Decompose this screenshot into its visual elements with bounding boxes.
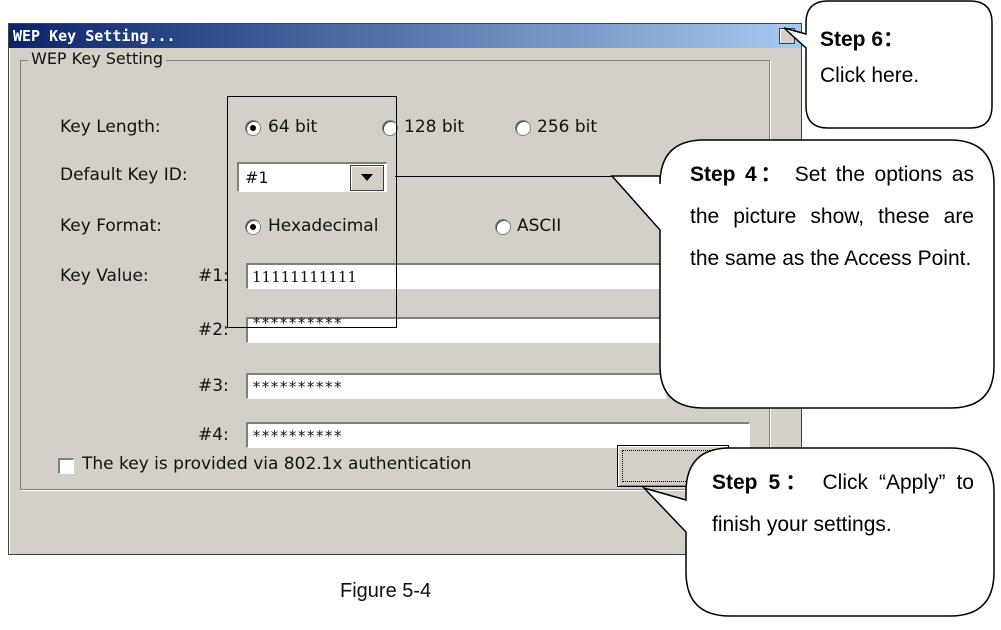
step5-heading: Step 5： [712, 471, 812, 494]
step4-callout: Step 4： Set the options as the picture s… [690, 154, 974, 280]
step5-callout: Step 5： Click “Apply” to finish your set… [712, 462, 974, 546]
figure-caption: Figure 5-4 [340, 580, 432, 602]
step4-heading: Step 4： [690, 163, 786, 186]
step6-callout: Step 6： Click here. [820, 22, 980, 94]
step6-text: Click here. [820, 64, 920, 87]
step6-heading: Step 6： [820, 28, 905, 51]
